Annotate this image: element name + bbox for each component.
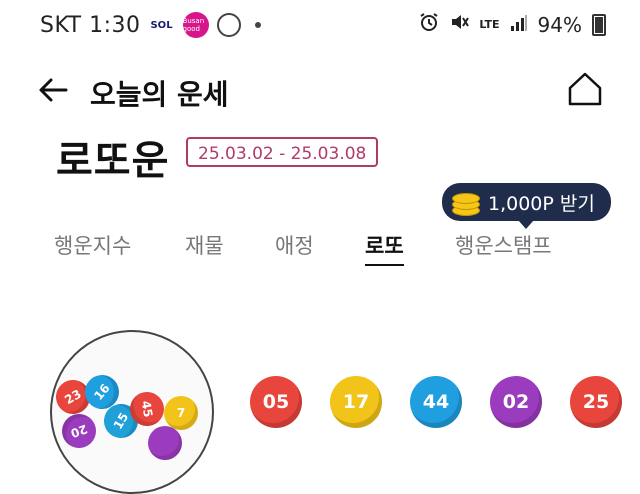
tab-wealth[interactable]: 재물 xyxy=(185,230,224,260)
status-left: SKT 1:30 SOL Busan good xyxy=(40,12,261,38)
arrow-left-icon xyxy=(39,78,68,102)
lotto-machine: 23 16 15 45 7 20 xyxy=(50,330,214,494)
ring-icon xyxy=(216,13,241,37)
app-header: 오늘의 운세 xyxy=(0,60,640,120)
lucky-numbers: 05 17 44 02 25 xyxy=(250,376,622,428)
machine-ball: 20 xyxy=(57,409,101,453)
alarm-icon xyxy=(419,12,439,37)
signal-icon xyxy=(510,13,528,37)
page-title: 오늘의 운세 xyxy=(90,78,229,111)
machine-ball: 7 xyxy=(164,396,198,430)
get-points-button[interactable]: 1,000P 받기 xyxy=(442,183,611,229)
lucky-number-ball: 25 xyxy=(570,376,622,428)
battery-icon xyxy=(592,13,606,36)
coin-stack-icon xyxy=(452,189,480,216)
fortune-tabs: 행운지수 재물 애정 로또 행운스탬프 xyxy=(0,224,640,270)
lucky-number-ball: 44 xyxy=(410,376,462,428)
lucky-number-ball: 02 xyxy=(490,376,542,428)
date-range-badge: 25.03.02 - 25.03.08 xyxy=(186,137,379,167)
get-points-label: 1,000P 받기 xyxy=(488,192,595,215)
status-right: LTE 94% xyxy=(419,12,606,37)
home-button[interactable] xyxy=(566,70,604,108)
machine-ball xyxy=(148,426,182,460)
section-title: 로또운 xyxy=(56,138,170,184)
battery-percent: 94% xyxy=(537,12,582,37)
lucky-number-ball: 17 xyxy=(330,376,382,428)
status-bar: SKT 1:30 SOL Busan good LTE 94% xyxy=(0,0,640,52)
mute-icon xyxy=(449,12,470,37)
notification-dot-icon xyxy=(254,22,261,28)
busan-good-icon: Busan good xyxy=(182,12,209,38)
lte-icon: LTE xyxy=(479,18,500,31)
tab-love[interactable]: 애정 xyxy=(275,230,314,260)
tab-lucky-stamp[interactable]: 행운스탬프 xyxy=(455,230,552,260)
carrier-time: SKT 1:30 xyxy=(40,12,141,38)
tab-lotto[interactable]: 로또 xyxy=(365,230,404,266)
tab-luck-index[interactable]: 행운지수 xyxy=(54,230,131,260)
shinhan-sol-bank-icon: SOL xyxy=(148,12,175,38)
home-icon xyxy=(568,72,602,106)
back-button[interactable] xyxy=(36,72,72,108)
lucky-number-ball: 05 xyxy=(250,376,302,428)
